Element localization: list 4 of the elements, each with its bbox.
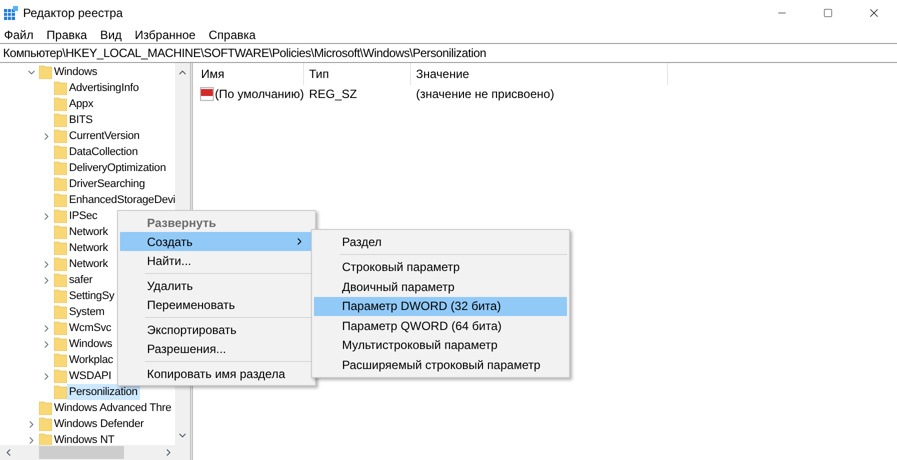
- table-cell-text: (По умолчанию): [214, 86, 304, 103]
- window-title: Редактор реестра: [23, 5, 123, 22]
- table-cell-text: (значение не присвоено): [415, 86, 554, 103]
- table-cell-text: REG_SZ: [308, 86, 358, 103]
